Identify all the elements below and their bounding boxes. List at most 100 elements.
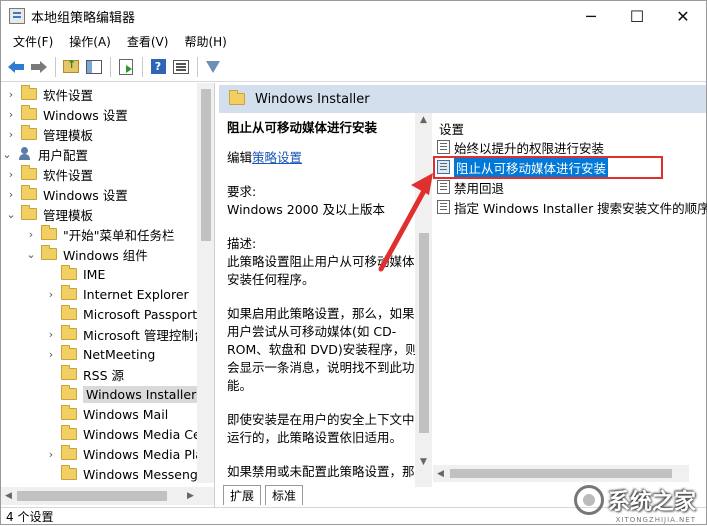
status-text: 4 个设置 [6,509,54,524]
tree-item-computer-windows-settings[interactable]: › Windows 设置 [5,104,128,124]
tab-extended[interactable]: 扩展 [223,485,262,505]
export-list-button[interactable] [115,56,137,78]
minimize-button[interactable]: ─ [568,1,614,31]
tree-item-ime[interactable]: IME [45,264,105,284]
requirements-label: 要求: [227,184,257,199]
tree-item-windows-installer[interactable]: Windows Installer [45,384,200,404]
tree-item-user-config[interactable]: ⌄ 用户配置 [1,144,88,164]
chevron-right-icon[interactable]: › [5,164,17,184]
chevron-down-icon[interactable]: ⌄ [1,144,13,164]
tree-item-user-windows-settings[interactable]: › Windows 设置 [5,184,128,204]
chevron-right-icon[interactable]: › [45,284,57,304]
tree-item-rss-feeds[interactable]: RSS 源 [45,364,124,384]
policy-setting-icon [437,180,450,194]
toolbar-separator [110,56,111,77]
tree-item-user-software[interactable]: › 软件设置 [5,164,93,184]
setting-row[interactable]: 始终以提升的权限进行安装 [437,137,604,157]
menu-view[interactable]: 查看(V) [119,33,177,50]
setting-row[interactable]: 禁用回退 [437,177,504,197]
chevron-right-icon[interactable]: › [5,124,17,144]
folder-icon [61,405,77,420]
tree-item-microsoft-passport[interactable]: Microsoft Passport [45,304,197,324]
description-scroll-thumb[interactable] [419,233,429,433]
folder-icon [229,90,245,105]
tree-horizontal-scroll-thumb[interactable] [17,491,167,501]
folder-icon [61,385,77,400]
window-controls: ─ ☐ ✕ [568,1,706,31]
folder-icon [61,445,77,460]
toolbar: ? [1,52,706,82]
setting-label: 指定 Windows Installer 搜索安装文件的顺序 [454,200,707,216]
description-label: 描述: [227,236,257,251]
tree-item-windows-mail[interactable]: Windows Mail [45,404,168,424]
tree-item-windows-media-center[interactable]: Windows Media Ce [45,424,201,444]
setting-row[interactable]: 指定 Windows Installer 搜索安装文件的顺序 [437,197,707,217]
tree-item-windows-messenger[interactable]: Windows Messenge [45,464,206,484]
chevron-right-icon[interactable]: › [5,184,17,204]
menu-file[interactable]: 文件(F) [5,33,61,50]
tree-item-label: Windows 组件 [63,247,148,263]
settings-horizontal-scroll-thumb[interactable] [450,469,672,478]
description-paragraph: 如果禁用或未配置此策略设置，那么，如果安装是在用户安全上下文中 [227,464,415,483]
tree-item-user-admin-templates[interactable]: ⌄ 管理模板 [5,204,93,224]
edit-prefix: 编辑 [227,150,253,165]
chevron-down-icon[interactable]: ⌄ [25,244,37,264]
properties-button[interactable] [170,56,192,78]
scroll-left-arrow-icon[interactable]: ◀ [437,469,444,479]
up-button[interactable] [60,56,82,78]
chevron-right-icon[interactable]: › [45,324,57,344]
tree-item-windows-media-player[interactable]: › Windows Media Pla [45,444,203,464]
folder-icon [21,105,37,120]
chevron-right-icon[interactable]: › [45,444,57,464]
tree-vertical-scroll-thumb[interactable] [201,89,211,241]
folder-icon [61,325,77,340]
folder-icon [21,165,37,180]
watermark-logo-icon [573,485,604,515]
folder-icon [61,265,77,280]
settings-column-header[interactable]: 设置 [439,119,464,138]
close-button[interactable]: ✕ [660,1,706,31]
show-hide-tree-button[interactable] [83,56,105,78]
tree-item-internet-explorer[interactable]: › Internet Explorer [45,284,189,304]
scroll-right-arrow-icon[interactable]: ▶ [187,491,194,501]
tree-item-label: IME [83,266,106,282]
tree-item-computer-admin-templates[interactable]: › 管理模板 [5,124,93,144]
description-text: 此策略设置阻止用户从可移动媒体安装任何程序。 [227,254,415,287]
requirements-value: Windows 2000 及以上版本 [227,202,386,217]
tree-item-label: Windows Media Ce [83,426,201,442]
forward-button[interactable] [28,56,50,78]
toolbar-separator [55,56,56,77]
window-title: 本地组策略编辑器 [31,10,136,26]
tree-item-label: Windows Media Pla [83,446,203,462]
scroll-down-arrow-icon[interactable]: ▼ [420,457,427,467]
filter-button[interactable] [202,56,224,78]
chevron-right-icon[interactable]: › [5,84,17,104]
back-button[interactable] [5,56,27,78]
scroll-up-arrow-icon[interactable]: ▲ [420,115,427,125]
tree-item-computer-software[interactable]: › 软件设置 [5,84,93,104]
tree-item-mmc[interactable]: › Microsoft 管理控制台 [45,324,206,344]
help-button[interactable]: ? [147,56,169,78]
tab-standard[interactable]: 标准 [265,485,304,505]
menu-help[interactable]: 帮助(H) [176,33,234,50]
tree-item-windows-components[interactable]: ⌄ Windows 组件 [25,244,148,264]
chevron-right-icon[interactable]: › [45,344,57,364]
tree-item-label: Windows Mail [83,406,169,422]
chevron-right-icon[interactable]: › [25,224,37,244]
user-config-icon [17,147,33,161]
tree-item-netmeeting[interactable]: › NetMeeting [45,344,155,364]
show-hide-tree-icon [86,59,102,74]
tree-item-label: 用户配置 [38,147,89,163]
chevron-right-icon[interactable]: › [5,104,17,124]
maximize-button[interactable]: ☐ [614,1,660,31]
edit-policy-link[interactable]: 策略设置 [252,150,302,165]
setting-label: 禁用回退 [454,180,505,196]
tree-item-label: Windows Messenge [83,466,206,482]
tree-item-label: Microsoft Passport [83,306,198,322]
scroll-left-arrow-icon[interactable]: ◀ [5,491,12,501]
chevron-down-icon[interactable]: ⌄ [5,204,17,224]
tree-item-start-menu-taskbar[interactable]: › "开始"菜单和任务栏 [25,224,175,244]
folder-icon [61,425,77,440]
tree-item-label: NetMeeting [83,346,156,362]
menu-action[interactable]: 操作(A) [61,33,119,50]
